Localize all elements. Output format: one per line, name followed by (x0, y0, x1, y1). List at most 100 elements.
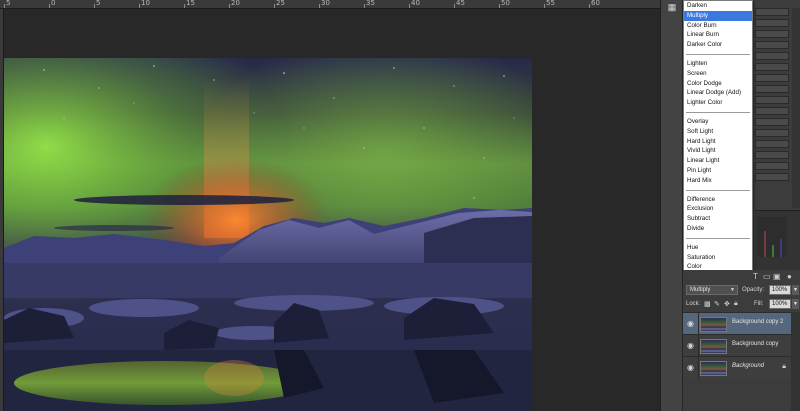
lock-position-icon[interactable]: ✥ (724, 300, 730, 308)
blend-mode-option[interactable]: Color Dodge (684, 79, 752, 89)
filter-smart-object-icon[interactable]: ▣ (773, 272, 781, 281)
layer-thumbnail[interactable] (700, 317, 727, 332)
blend-mode-option[interactable]: Screen (684, 69, 752, 79)
blend-mode-option[interactable]: Soft Light (684, 127, 752, 137)
ruler-tick-label: 45 (456, 0, 465, 7)
layer-row[interactable]: ◉ Background 🔒︎ (683, 356, 800, 379)
ruler-tick (454, 4, 455, 8)
ruler-tick (139, 4, 140, 8)
blend-mode-option[interactable]: Darker Color (684, 40, 752, 50)
swatch-row[interactable] (755, 96, 789, 104)
panel-icon-strip: ▦ (661, 0, 683, 411)
layer-row[interactable]: ◉ Background copy 2 (683, 312, 800, 335)
blend-mode-row: Multiply ▼ Opacity: 100% ▼ (683, 285, 800, 296)
eye-icon[interactable]: ◉ (687, 363, 694, 372)
swatch-row[interactable] (755, 173, 789, 181)
ruler-tick-label: 20 (231, 0, 240, 7)
aurora-photo (4, 58, 532, 411)
blend-mode-option[interactable]: Difference (684, 195, 752, 205)
lock-image-pixels-icon[interactable]: ✎ (714, 300, 720, 308)
ruler-tick (589, 4, 590, 8)
swatch-row[interactable] (755, 85, 789, 93)
ruler-tick-label: 15 (186, 0, 195, 7)
blend-mode-option[interactable]: Vivid Light (684, 146, 752, 156)
swatch-row[interactable] (755, 19, 789, 27)
blend-mode-separator (686, 111, 750, 113)
blend-mode-option[interactable]: Divide (684, 224, 752, 234)
opacity-slider-button[interactable]: ▼ (792, 285, 799, 295)
swatches-scrollbar[interactable] (792, 8, 800, 208)
layers-scrollbar[interactable] (791, 312, 800, 411)
swatch-row[interactable] (755, 63, 789, 71)
swatch-row[interactable] (755, 118, 789, 126)
visibility-column-divider (698, 357, 699, 379)
swatch-row[interactable] (755, 74, 789, 82)
lock-icon: 🔒︎ (782, 363, 786, 370)
lock-all-icon[interactable]: 🔒︎ (734, 300, 738, 308)
ruler-tick (274, 4, 275, 8)
blend-mode-option[interactable]: Lighten (684, 59, 752, 69)
ruler-tick (184, 4, 185, 8)
blend-mode-option[interactable]: Overlay (684, 117, 752, 127)
layer-row[interactable]: ◉ Background copy (683, 334, 800, 357)
layers-filter-toolbar: T ▭ ▣ ● (683, 270, 800, 282)
ruler-tick-label: 25 (276, 0, 285, 7)
filter-toggle-icon[interactable]: ● (787, 272, 792, 281)
layer-thumbnail[interactable] (700, 361, 727, 376)
blend-mode-dropdown-list[interactable]: Darken Multiply Color Burn Linear Burn Darke… (683, 0, 753, 283)
visibility-column-divider (698, 313, 699, 335)
adjustments-panel (755, 210, 800, 270)
swatch-row[interactable] (755, 8, 789, 16)
blend-mode-option[interactable]: Linear Light (684, 156, 752, 166)
filter-type-icon[interactable]: T (753, 272, 758, 281)
ruler-tick-label: 60 (591, 0, 600, 7)
swatch-row[interactable] (755, 107, 789, 115)
swatch-row[interactable] (755, 30, 789, 38)
blend-mode-option[interactable]: Subtract (684, 214, 752, 224)
layer-name[interactable]: Background copy 2 (732, 319, 783, 325)
ruler-tick-label: 0 (51, 0, 56, 7)
swatch-row[interactable] (755, 41, 789, 49)
fill-input[interactable]: 100% (769, 299, 791, 309)
opacity-label: Opacity: (742, 287, 765, 293)
blend-mode-option[interactable]: Pin Light (684, 166, 752, 176)
blend-mode-option[interactable]: Linear Dodge (Add) (684, 88, 752, 98)
visibility-column-divider (698, 335, 699, 357)
blend-mode-option[interactable]: Color Burn (684, 21, 752, 31)
layer-thumbnail[interactable] (700, 339, 727, 354)
blend-mode-separator (686, 237, 750, 239)
blend-mode-option[interactable]: Lighter Color (684, 98, 752, 108)
blend-mode-option[interactable]: Exclusion (684, 204, 752, 214)
filter-shape-icon[interactable]: ▭ (763, 272, 771, 281)
ruler-tick (364, 4, 365, 8)
blend-mode-option[interactable]: Hard Mix (684, 176, 752, 186)
fill-slider-button[interactable]: ▼ (792, 299, 799, 309)
swatch-row[interactable] (755, 140, 789, 148)
ruler-tick (544, 4, 545, 8)
layers-panel-icon[interactable]: ▦ (665, 2, 679, 12)
eye-icon[interactable]: ◉ (687, 341, 694, 350)
blend-mode-option[interactable]: Linear Burn (684, 30, 752, 40)
ruler-tick (94, 4, 95, 8)
eye-icon[interactable]: ◉ (687, 319, 694, 328)
blend-mode-option[interactable]: Hard Light (684, 137, 752, 147)
layer-name[interactable]: Background copy (732, 341, 778, 347)
ruler-tick (319, 4, 320, 8)
blend-mode-option[interactable]: Hue (684, 243, 752, 253)
blend-mode-option[interactable]: Saturation (684, 253, 752, 263)
layer-name[interactable]: Background (732, 363, 764, 369)
swatch-row[interactable] (755, 129, 789, 137)
swatch-row[interactable] (755, 162, 789, 170)
swatch-row[interactable] (755, 52, 789, 60)
ruler-tick-label: 35 (366, 0, 375, 7)
blend-mode-option[interactable]: Multiply (684, 10, 752, 21)
lock-transparent-pixels-icon[interactable]: ▩ (704, 300, 711, 308)
swatch-row[interactable] (755, 151, 789, 159)
blend-mode-option[interactable]: Darken (684, 1, 752, 11)
opacity-input[interactable]: 100% (769, 285, 791, 295)
ruler-tick-label: 5 (96, 0, 101, 7)
blend-mode-value: Multiply (690, 287, 711, 293)
ruler-tick-label: 55 (546, 0, 555, 7)
fill-label: Fill: (754, 301, 764, 307)
blend-mode-select[interactable]: Multiply ▼ (686, 285, 738, 295)
